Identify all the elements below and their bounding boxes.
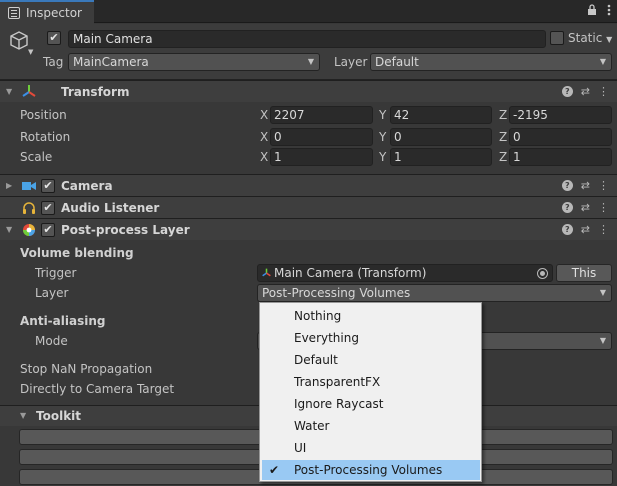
static-dropdown-icon: ▼ [606, 35, 613, 44]
menu-item-transparentfx[interactable]: TransparentFX [262, 372, 480, 392]
headphones-icon [23, 202, 35, 214]
scale-label: Scale [20, 150, 53, 164]
layer-label: Layer [334, 55, 368, 69]
layer-label: Layer [35, 286, 69, 300]
axis-z-label[interactable]: Z [499, 130, 507, 144]
stop-nan-label: Stop NaN Propagation [20, 362, 153, 376]
inspector-tabbar: Inspector [0, 0, 617, 24]
lock-icon[interactable] [587, 4, 597, 19]
gameobject-active-checkbox[interactable]: ✔ [47, 31, 61, 45]
this-button[interactable]: This [556, 264, 612, 282]
position-label: Position [20, 108, 67, 122]
menu-item-post-processing-volumes[interactable]: ✔ Post-Processing Volumes [262, 460, 480, 480]
kebab-icon[interactable]: ⋮ [598, 179, 609, 192]
mode-label: Mode [35, 334, 68, 348]
chevron-down-icon: ▼ [307, 57, 314, 66]
chevron-down-icon: ▼ [599, 57, 606, 66]
direct-to-camera-label: Directly to Camera Target [20, 382, 175, 396]
post-process-enabled-checkbox[interactable]: ✔ [41, 223, 55, 237]
post-process-icon [23, 224, 35, 236]
foldout-expanded-icon[interactable]: ▼ [6, 225, 12, 234]
tab-inspector[interactable]: Inspector [0, 0, 94, 24]
axis-z-label[interactable]: Z [499, 108, 507, 122]
kebab-icon[interactable]: ⋮ [598, 85, 609, 98]
camera-title: Camera [61, 178, 113, 193]
layer-mask-dropdown[interactable]: Post-Processing Volumes ▼ [257, 284, 612, 302]
axis-z-label[interactable]: Z [499, 150, 507, 164]
rotation-z-field[interactable]: 0 [509, 128, 612, 146]
help-icon[interactable]: ? [561, 86, 573, 97]
camera-enabled-checkbox[interactable]: ✔ [41, 179, 55, 193]
anti-aliasing-heading: Anti-aliasing [20, 314, 106, 328]
tag-label: Tag [43, 55, 64, 69]
scale-x-field[interactable]: 1 [270, 148, 373, 166]
layer-dropdown[interactable]: Default ▼ [370, 53, 612, 71]
object-picker-icon[interactable] [537, 268, 548, 279]
chevron-down-icon: ▼ [599, 288, 606, 297]
transform-icon [262, 268, 271, 277]
audio-listener-header[interactable]: ✔ Audio Listener ? ⇄ ⋮ [0, 196, 617, 218]
tab-inspector-label: Inspector [26, 6, 82, 20]
help-icon[interactable]: ? [561, 202, 573, 213]
static-checkbox[interactable] [550, 31, 564, 45]
scale-z-field[interactable]: 1 [509, 148, 612, 166]
camera-header[interactable]: ▶ ✔ Camera ? ⇄ ⋮ [0, 174, 617, 196]
rotation-label: Rotation [20, 130, 71, 144]
position-y-field[interactable]: 42 [390, 106, 492, 124]
transform-title: Transform [61, 84, 130, 99]
static-label[interactable]: Static ▼ [568, 31, 612, 45]
rotation-x-field[interactable]: 0 [270, 128, 373, 146]
axis-y-label[interactable]: Y [379, 108, 386, 122]
layer-mask-popup-menu: Nothing Everything Default TransparentFX… [259, 302, 482, 482]
checkmark-icon: ✔ [269, 463, 280, 477]
axis-x-label[interactable]: X [260, 108, 268, 122]
help-icon[interactable]: ? [561, 180, 573, 191]
axis-x-label[interactable]: X [260, 150, 268, 164]
menu-item-water[interactable]: Water [262, 416, 480, 436]
inspector-icon [8, 7, 20, 19]
axis-y-label[interactable]: Y [379, 130, 386, 144]
position-x-field[interactable]: 2207 [270, 106, 373, 124]
chevron-down-icon: ▼ [599, 336, 606, 345]
gameobject-icon-dropdown-icon[interactable]: ▼ [28, 48, 33, 56]
trigger-label: Trigger [35, 266, 77, 280]
preset-icon[interactable]: ⇄ [581, 179, 590, 192]
scale-y-field[interactable]: 1 [390, 148, 492, 166]
camera-icon [22, 182, 36, 190]
preset-icon[interactable]: ⇄ [581, 223, 590, 236]
toolkit-title: Toolkit [36, 409, 82, 423]
position-z-field[interactable]: -2195 [509, 106, 612, 124]
audio-listener-title: Audio Listener [61, 200, 160, 215]
transform-icon [22, 85, 36, 97]
tag-dropdown[interactable]: MainCamera ▼ [68, 53, 320, 71]
foldout-expanded-icon[interactable]: ▼ [20, 411, 26, 420]
post-process-layer-header[interactable]: ▼ ✔ Post-process Layer ? ⇄ ⋮ [0, 218, 617, 240]
help-icon[interactable]: ? [561, 224, 573, 235]
gameobject-header: ▼ ✔ Main Camera Static ▼ Tag MainCamera ▼… [0, 24, 617, 80]
foldout-collapsed-icon[interactable]: ▶ [6, 181, 12, 190]
transform-header[interactable]: ▼ Transform ? ⇄ ⋮ [0, 80, 617, 102]
transform-body: Position X 2207 Y 42 Z -2195 Rotation X … [0, 102, 617, 174]
kebab-icon[interactable]: ⋮ [598, 201, 609, 214]
foldout-expanded-icon[interactable]: ▼ [6, 87, 12, 96]
audio-listener-enabled-checkbox[interactable]: ✔ [41, 201, 55, 215]
menu-item-everything[interactable]: Everything [262, 328, 480, 348]
rotation-y-field[interactable]: 0 [390, 128, 492, 146]
post-process-title: Post-process Layer [61, 222, 190, 237]
menu-item-ui[interactable]: UI [262, 438, 480, 458]
menu-item-nothing[interactable]: Nothing [262, 306, 480, 326]
kebab-icon[interactable]: ⋮ [598, 223, 609, 236]
axis-y-label[interactable]: Y [379, 150, 386, 164]
trigger-object-field[interactable]: Main Camera (Transform) [257, 264, 553, 282]
menu-item-default[interactable]: Default [262, 350, 480, 370]
preset-icon[interactable]: ⇄ [581, 201, 590, 214]
kebab-icon[interactable] [607, 4, 611, 19]
preset-icon[interactable]: ⇄ [581, 85, 590, 98]
axis-x-label[interactable]: X [260, 130, 268, 144]
volume-blending-heading: Volume blending [20, 246, 134, 260]
gameobject-cube-icon[interactable] [8, 30, 30, 52]
menu-item-ignore-raycast[interactable]: Ignore Raycast [262, 394, 480, 414]
gameobject-name-input[interactable]: Main Camera [68, 30, 546, 48]
